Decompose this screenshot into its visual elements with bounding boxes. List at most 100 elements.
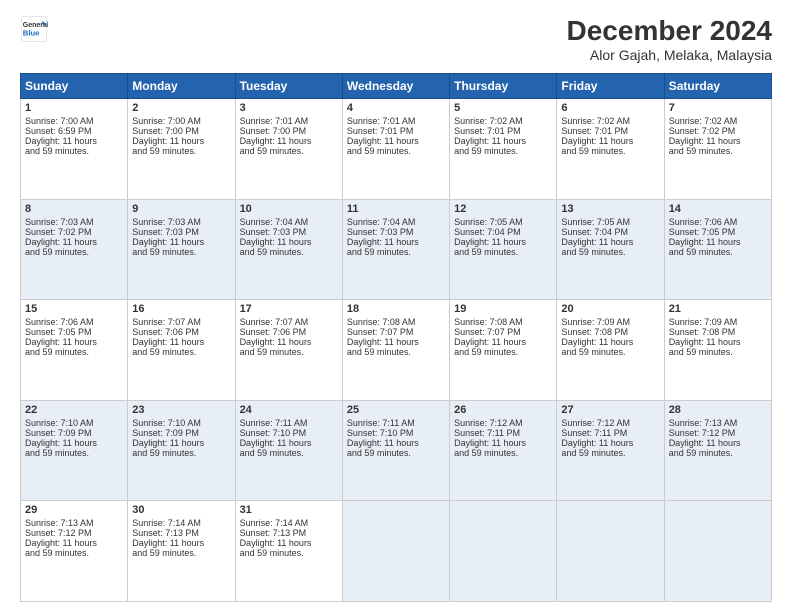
calendar-cell: 14 Sunrise: 7:06 AM Sunset: 7:05 PM Dayl… bbox=[664, 199, 771, 300]
calendar-cell: 15 Sunrise: 7:06 AM Sunset: 7:05 PM Dayl… bbox=[21, 300, 128, 401]
sunset-text: Sunset: 7:08 PM bbox=[669, 327, 736, 337]
daylight-text: Daylight: 11 hours bbox=[669, 337, 741, 347]
sunrise-text: Sunrise: 7:01 AM bbox=[240, 116, 309, 126]
daylight-minutes: and 59 minutes. bbox=[25, 448, 89, 458]
sunset-text: Sunset: 7:03 PM bbox=[347, 227, 414, 237]
sunrise-text: Sunrise: 7:11 AM bbox=[240, 418, 308, 428]
sunset-text: Sunset: 7:03 PM bbox=[132, 227, 199, 237]
day-number: 1 bbox=[25, 102, 123, 114]
calendar-cell bbox=[450, 501, 557, 602]
daylight-text: Daylight: 11 hours bbox=[132, 237, 204, 247]
daylight-text: Daylight: 11 hours bbox=[132, 438, 204, 448]
day-number: 17 bbox=[240, 303, 338, 315]
sunset-text: Sunset: 7:00 PM bbox=[132, 126, 199, 136]
calendar-cell: 8 Sunrise: 7:03 AM Sunset: 7:02 PM Dayli… bbox=[21, 199, 128, 300]
sunset-text: Sunset: 7:00 PM bbox=[240, 126, 307, 136]
calendar-cell: 2 Sunrise: 7:00 AM Sunset: 7:00 PM Dayli… bbox=[128, 99, 235, 200]
calendar-week-4: 22 Sunrise: 7:10 AM Sunset: 7:09 PM Dayl… bbox=[21, 400, 772, 501]
day-number: 22 bbox=[25, 404, 123, 416]
sunrise-text: Sunrise: 7:10 AM bbox=[132, 418, 201, 428]
sunrise-text: Sunrise: 7:14 AM bbox=[240, 518, 309, 528]
daylight-text: Daylight: 11 hours bbox=[347, 136, 419, 146]
daylight-text: Daylight: 11 hours bbox=[669, 237, 741, 247]
header-row: Sunday Monday Tuesday Wednesday Thursday… bbox=[21, 74, 772, 99]
sunrise-text: Sunrise: 7:08 AM bbox=[454, 317, 523, 327]
sunrise-text: Sunrise: 7:06 AM bbox=[669, 217, 738, 227]
sunset-text: Sunset: 7:02 PM bbox=[25, 227, 92, 237]
sunrise-text: Sunrise: 7:14 AM bbox=[132, 518, 201, 528]
calendar-cell bbox=[342, 501, 449, 602]
sunset-text: Sunset: 7:10 PM bbox=[240, 428, 307, 438]
daylight-text: Daylight: 11 hours bbox=[25, 337, 97, 347]
daylight-text: Daylight: 11 hours bbox=[561, 237, 633, 247]
svg-text:Blue: Blue bbox=[23, 28, 40, 37]
calendar-cell: 7 Sunrise: 7:02 AM Sunset: 7:02 PM Dayli… bbox=[664, 99, 771, 200]
daylight-minutes: and 59 minutes. bbox=[240, 247, 304, 257]
daylight-text: Daylight: 11 hours bbox=[669, 438, 741, 448]
daylight-text: Daylight: 11 hours bbox=[240, 438, 312, 448]
sunrise-text: Sunrise: 7:11 AM bbox=[347, 418, 415, 428]
sunset-text: Sunset: 7:11 PM bbox=[454, 428, 520, 438]
sunrise-text: Sunrise: 7:09 AM bbox=[561, 317, 630, 327]
day-number: 2 bbox=[132, 102, 230, 114]
calendar-cell: 5 Sunrise: 7:02 AM Sunset: 7:01 PM Dayli… bbox=[450, 99, 557, 200]
sunrise-text: Sunrise: 7:02 AM bbox=[669, 116, 738, 126]
daylight-minutes: and 59 minutes. bbox=[132, 146, 196, 156]
calendar-cell: 24 Sunrise: 7:11 AM Sunset: 7:10 PM Dayl… bbox=[235, 400, 342, 501]
daylight-minutes: and 59 minutes. bbox=[454, 347, 518, 357]
day-number: 24 bbox=[240, 404, 338, 416]
daylight-text: Daylight: 11 hours bbox=[454, 438, 526, 448]
sunset-text: Sunset: 7:09 PM bbox=[25, 428, 92, 438]
calendar-cell: 23 Sunrise: 7:10 AM Sunset: 7:09 PM Dayl… bbox=[128, 400, 235, 501]
day-number: 9 bbox=[132, 203, 230, 215]
daylight-text: Daylight: 11 hours bbox=[347, 438, 419, 448]
sunset-text: Sunset: 7:08 PM bbox=[561, 327, 628, 337]
calendar-cell: 31 Sunrise: 7:14 AM Sunset: 7:13 PM Dayl… bbox=[235, 501, 342, 602]
day-number: 18 bbox=[347, 303, 445, 315]
sunset-text: Sunset: 7:03 PM bbox=[240, 227, 307, 237]
sunrise-text: Sunrise: 7:00 AM bbox=[132, 116, 201, 126]
daylight-text: Daylight: 11 hours bbox=[561, 438, 633, 448]
daylight-minutes: and 59 minutes. bbox=[561, 146, 625, 156]
calendar-cell: 12 Sunrise: 7:05 AM Sunset: 7:04 PM Dayl… bbox=[450, 199, 557, 300]
daylight-text: Daylight: 11 hours bbox=[240, 538, 312, 548]
sunrise-text: Sunrise: 7:02 AM bbox=[561, 116, 630, 126]
daylight-minutes: and 59 minutes. bbox=[347, 146, 411, 156]
daylight-text: Daylight: 11 hours bbox=[25, 538, 97, 548]
daylight-minutes: and 59 minutes. bbox=[454, 247, 518, 257]
daylight-text: Daylight: 11 hours bbox=[669, 136, 741, 146]
sunrise-text: Sunrise: 7:09 AM bbox=[669, 317, 738, 327]
day-number: 26 bbox=[454, 404, 552, 416]
daylight-text: Daylight: 11 hours bbox=[561, 337, 633, 347]
sunset-text: Sunset: 7:06 PM bbox=[132, 327, 199, 337]
sunset-text: Sunset: 7:10 PM bbox=[347, 428, 414, 438]
daylight-minutes: and 59 minutes. bbox=[669, 247, 733, 257]
daylight-text: Daylight: 11 hours bbox=[347, 237, 419, 247]
col-saturday: Saturday bbox=[664, 74, 771, 99]
daylight-text: Daylight: 11 hours bbox=[25, 237, 97, 247]
calendar-cell: 1 Sunrise: 7:00 AM Sunset: 6:59 PM Dayli… bbox=[21, 99, 128, 200]
day-number: 6 bbox=[561, 102, 659, 114]
daylight-minutes: and 59 minutes. bbox=[561, 347, 625, 357]
daylight-minutes: and 59 minutes. bbox=[347, 448, 411, 458]
sunset-text: Sunset: 7:01 PM bbox=[561, 126, 628, 136]
day-number: 19 bbox=[454, 303, 552, 315]
daylight-minutes: and 59 minutes. bbox=[454, 146, 518, 156]
sunset-text: Sunset: 7:05 PM bbox=[25, 327, 92, 337]
sunset-text: Sunset: 7:07 PM bbox=[454, 327, 521, 337]
sunrise-text: Sunrise: 7:08 AM bbox=[347, 317, 416, 327]
sunset-text: Sunset: 6:59 PM bbox=[25, 126, 92, 136]
calendar-week-3: 15 Sunrise: 7:06 AM Sunset: 7:05 PM Dayl… bbox=[21, 300, 772, 401]
day-number: 4 bbox=[347, 102, 445, 114]
calendar-cell: 6 Sunrise: 7:02 AM Sunset: 7:01 PM Dayli… bbox=[557, 99, 664, 200]
sunrise-text: Sunrise: 7:12 AM bbox=[561, 418, 630, 428]
calendar-cell: 20 Sunrise: 7:09 AM Sunset: 7:08 PM Dayl… bbox=[557, 300, 664, 401]
day-number: 29 bbox=[25, 504, 123, 516]
subtitle: Alor Gajah, Melaka, Malaysia bbox=[567, 47, 772, 63]
sunrise-text: Sunrise: 7:10 AM bbox=[25, 418, 94, 428]
logo: General Blue bbox=[20, 15, 48, 43]
daylight-text: Daylight: 11 hours bbox=[25, 438, 97, 448]
calendar-body: 1 Sunrise: 7:00 AM Sunset: 6:59 PM Dayli… bbox=[21, 99, 772, 602]
sunset-text: Sunset: 7:13 PM bbox=[132, 528, 199, 538]
day-number: 15 bbox=[25, 303, 123, 315]
